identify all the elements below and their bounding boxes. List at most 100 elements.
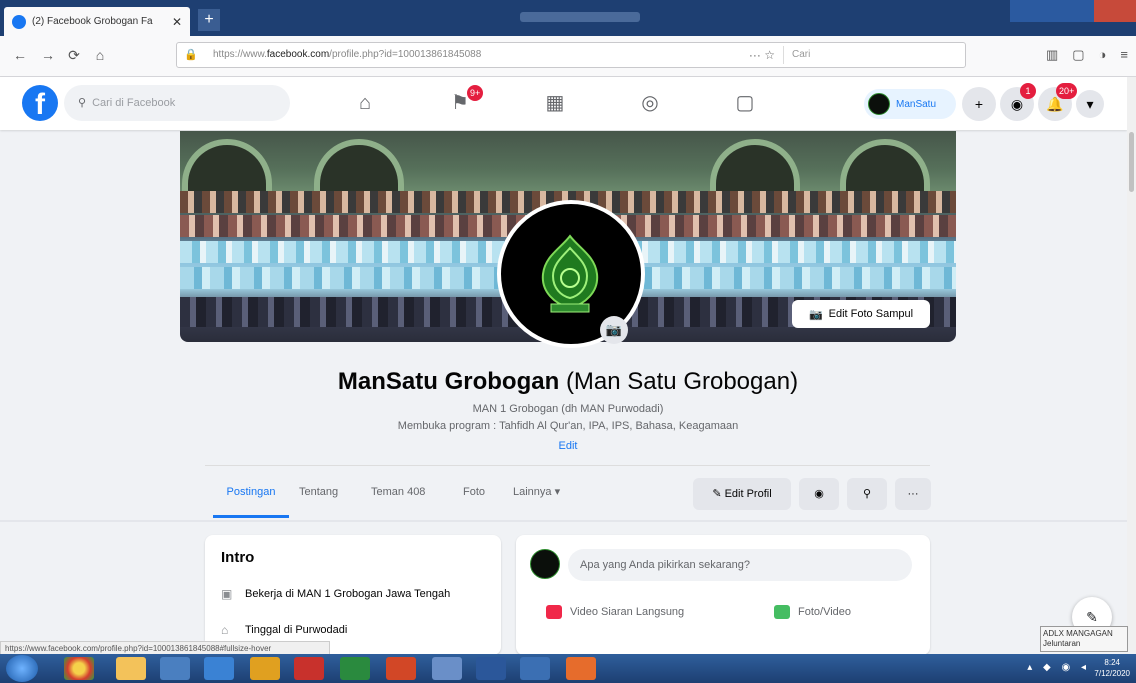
acrobat-icon[interactable]: [294, 657, 324, 680]
page-actions-icon[interactable]: ··· ☆: [749, 48, 775, 62]
browser-tab-bar: (2) Facebook Grobogan Fa ✕ +: [0, 0, 1136, 36]
nav-pages[interactable]: ⚑ 9+: [415, 77, 505, 130]
nav-marketplace[interactable]: ▦: [510, 77, 600, 130]
menu-icon[interactable]: ≡: [1120, 47, 1128, 63]
app-icon[interactable]: [204, 657, 234, 680]
library-icon[interactable]: ▥: [1046, 47, 1058, 63]
view-as-icon[interactable]: ◉: [799, 478, 839, 510]
tab-posts[interactable]: Postingan: [213, 470, 289, 518]
live-video-icon: [546, 605, 562, 619]
avatar: [530, 549, 560, 579]
excel-icon[interactable]: [340, 657, 370, 680]
folder-icon[interactable]: [116, 657, 146, 680]
maximize-button[interactable]: [1052, 0, 1094, 22]
intro-row: ⌂ Tinggal di Purwodadi: [221, 623, 347, 637]
tab-title: (2) Facebook Grobogan Fa: [32, 16, 153, 27]
nav-gaming[interactable]: ▢: [700, 77, 790, 130]
scrollbar-thumb[interactable]: [1129, 132, 1134, 192]
close-tab-icon[interactable]: ✕: [172, 15, 182, 29]
forward-icon[interactable]: →: [38, 45, 58, 65]
cover-arch: [314, 139, 404, 199]
school-emblem-icon: [541, 234, 599, 313]
intro-card: Intro ▣ Bekerja di MAN 1 Grobogan Jawa T…: [205, 535, 501, 655]
search-profile-icon[interactable]: ⚲: [847, 478, 887, 510]
photo-video-label: Foto/Video: [798, 606, 852, 618]
app-icon[interactable]: [432, 657, 462, 680]
tab-photos[interactable]: Foto: [463, 470, 485, 518]
avatar-camera-icon[interactable]: 📷: [600, 316, 628, 344]
back-icon[interactable]: ←: [10, 45, 30, 65]
facebook-logo-icon[interactable]: f: [22, 85, 58, 121]
groups-icon: ◎: [641, 92, 659, 114]
lock-icon: 🔒: [184, 49, 198, 61]
nav-badge: 9+: [467, 85, 484, 101]
gaming-icon: ▢: [735, 92, 755, 114]
start-button[interactable]: [6, 655, 38, 682]
intro-row-text[interactable]: Bekerja di MAN 1 Grobogan Jawa Tengah: [245, 588, 450, 600]
clock-time: 8:24: [1104, 658, 1120, 667]
extension-icon[interactable]: ◑: [1099, 47, 1107, 63]
edit-cover-button[interactable]: 📷 Edit Foto Sampul: [792, 300, 930, 328]
marketplace-icon: ▦: [545, 92, 565, 114]
messenger-badge: 1: [1020, 83, 1036, 99]
create-button[interactable]: +: [962, 87, 996, 121]
intro-row-text[interactable]: Tinggal di Purwodadi: [245, 624, 347, 636]
photo-icon: [774, 605, 790, 619]
account-menu-button[interactable]: ▾: [1076, 90, 1104, 118]
search-icon: ⚲: [78, 97, 87, 109]
notifications-button[interactable]: 🔔 20+: [1038, 83, 1078, 121]
cover-arch: [840, 139, 930, 199]
profile-name-alt: (Man Satu Grobogan): [565, 368, 799, 395]
system-tray[interactable]: ▴ ◆ ◉ ◂: [1027, 662, 1090, 673]
reload-icon[interactable]: ⟳: [64, 45, 84, 65]
clock[interactable]: 8:24 7/12/2020: [1094, 657, 1130, 679]
home-icon: ⌂: [358, 92, 372, 114]
composer-input[interactable]: Apa yang Anda pikirkan sekarang?: [568, 549, 912, 581]
app-icon[interactable]: [520, 657, 550, 680]
app-icon[interactable]: [250, 657, 280, 680]
profile-tabs: Postingan Tentang Teman 408 Foto Lainnya…: [205, 470, 931, 518]
home-icon[interactable]: ⌂: [90, 45, 110, 65]
cover-arch: [710, 139, 800, 199]
browser-search-input[interactable]: Cari: [783, 46, 961, 64]
tab-about[interactable]: Tentang: [299, 470, 338, 518]
browser-toolbar-right: ▥ ▢ ◑ ≡: [1046, 47, 1128, 63]
close-window-button[interactable]: [1094, 0, 1136, 22]
minimize-button[interactable]: [1010, 0, 1052, 22]
tab-friends[interactable]: Teman 408: [371, 470, 425, 518]
word-icon[interactable]: [476, 657, 506, 680]
edit-profile-button[interactable]: ✎ Edit Profil: [693, 478, 791, 510]
url-text: https://www.facebook.com/profile.php?id=…: [213, 49, 482, 60]
intro-title: Intro: [221, 549, 255, 566]
taskbar: ▴ ◆ ◉ ◂ 8:24 7/12/2020: [0, 654, 1136, 683]
facebook-favicon-icon: [12, 14, 26, 29]
profile-chip[interactable]: ManSatu: [864, 89, 956, 119]
avatar: [868, 93, 890, 115]
live-video-button[interactable]: Video Siaran Langsung: [546, 605, 684, 619]
more-options-icon[interactable]: ···: [895, 478, 931, 510]
facebook-header: f ⚲ Cari di Facebook ⌂ ⚑ 9+ ▦ ◎ ▢ ManSatu …: [0, 77, 1127, 130]
firefox-icon[interactable]: [566, 657, 596, 680]
search-placeholder: Cari di Facebook: [92, 97, 176, 109]
facebook-search-input[interactable]: ⚲ Cari di Facebook: [64, 85, 290, 121]
camera-icon: 📷: [808, 308, 823, 321]
work-icon: ▣: [221, 587, 233, 601]
intro-row: ▣ Bekerja di MAN 1 Grobogan Jawa Tengah: [221, 587, 450, 601]
app-icon[interactable]: [160, 657, 190, 680]
status-url: https://www.facebook.com/profile.php?id=…: [0, 641, 330, 655]
messenger-button[interactable]: ◉ 1: [1000, 83, 1036, 121]
new-tab-button[interactable]: +: [198, 9, 220, 31]
notifications-badge: 20+: [1056, 83, 1078, 99]
browser-tab[interactable]: (2) Facebook Grobogan Fa ✕: [4, 7, 190, 36]
chrome-icon[interactable]: [64, 657, 94, 680]
edit-bio-link[interactable]: Edit: [0, 440, 1136, 452]
tab-more[interactable]: Lainnya ▾: [513, 470, 560, 518]
nav-groups[interactable]: ◎: [605, 77, 695, 130]
profile-name-main: ManSatu Grobogan: [337, 368, 560, 395]
photo-video-button[interactable]: Foto/Video: [774, 605, 851, 619]
url-bar[interactable]: 🔒 https://www.facebook.com/profile.php?i…: [176, 42, 966, 68]
nav-home[interactable]: ⌂: [320, 77, 410, 130]
powerpoint-icon[interactable]: [386, 657, 416, 680]
sidebar-icon[interactable]: ▢: [1072, 47, 1084, 63]
profile-bio-line: MAN 1 Grobogan (dh MAN Purwodadi): [472, 403, 664, 415]
